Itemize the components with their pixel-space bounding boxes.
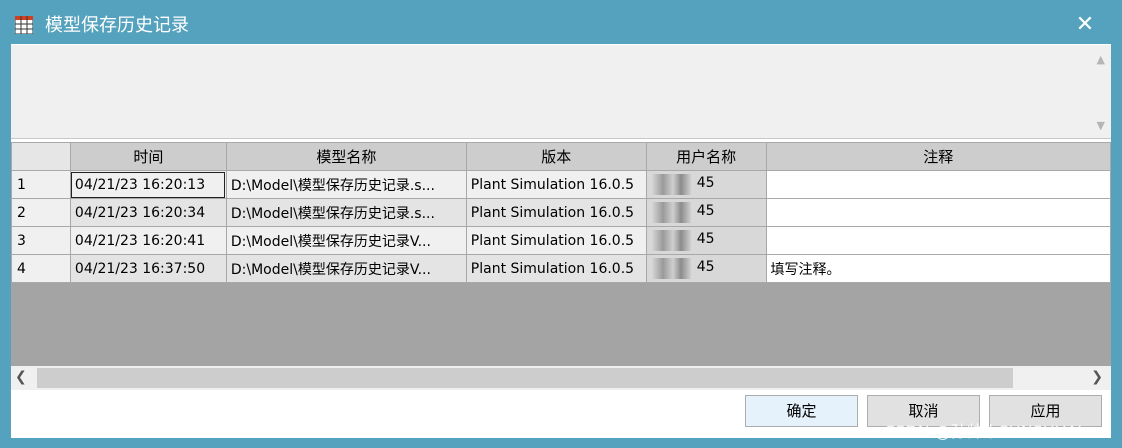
note-cell[interactable] bbox=[765, 226, 1111, 255]
close-icon[interactable]: ✕ bbox=[1074, 14, 1096, 36]
arrow-up-icon[interactable]: ▲ bbox=[1097, 53, 1105, 66]
row-index[interactable]: 2 bbox=[11, 198, 71, 227]
redacted-mask bbox=[650, 258, 691, 279]
version-cell[interactable]: Plant Simulation 16.0.5 bbox=[465, 226, 647, 255]
history-dialog: 模型保存历史记录 ✕ ▲ ▼ 时间 模型名称 版本 用户名称 注释 1 04/2… bbox=[0, 0, 1122, 448]
note-cell[interactable] bbox=[765, 170, 1111, 199]
note-cell[interactable]: 填写注释。 bbox=[765, 254, 1111, 283]
row-index[interactable]: 3 bbox=[11, 226, 71, 255]
col-header-model[interactable]: 模型名称 bbox=[225, 142, 467, 171]
table-row[interactable]: 3 04/21/23 16:20:41 D:\Model\模型保存历史记录V..… bbox=[11, 226, 1111, 255]
time-cell[interactable]: 04/21/23 16:37:50 bbox=[69, 254, 227, 283]
arrow-right-icon[interactable]: ❯ bbox=[1091, 369, 1103, 385]
version-cell[interactable]: Plant Simulation 16.0.5 bbox=[465, 170, 647, 199]
time-cell[interactable]: 04/21/23 16:20:13 bbox=[69, 170, 227, 199]
table-row[interactable]: 2 04/21/23 16:20:34 D:\Model\模型保存历史记录.s.… bbox=[11, 198, 1111, 227]
window-title: 模型保存历史记录 bbox=[45, 15, 189, 36]
watermark: CSDN @孙帅丨SUNSHUAI bbox=[884, 422, 1083, 441]
arrow-left-icon[interactable]: ❮ bbox=[15, 369, 27, 385]
title-bar: 模型保存历史记录 ✕ bbox=[0, 0, 1122, 44]
corner-header[interactable] bbox=[11, 142, 71, 171]
model-cell[interactable]: D:\Model\模型保存历史记录.s... bbox=[225, 198, 467, 227]
table-row[interactable]: 4 04/21/23 16:37:50 D:\Model\模型保存历史记录V..… bbox=[11, 254, 1111, 283]
history-grid: 时间 模型名称 版本 用户名称 注释 1 04/21/23 16:20:13 D… bbox=[11, 142, 1111, 366]
model-cell[interactable]: D:\Model\模型保存历史记录V... bbox=[225, 226, 467, 255]
model-cell[interactable]: D:\Model\模型保存历史记录V... bbox=[225, 254, 467, 283]
table-row[interactable]: 1 04/21/23 16:20:13 D:\Model\模型保存历史记录.s.… bbox=[11, 170, 1111, 199]
col-header-note[interactable]: 注释 bbox=[765, 142, 1111, 171]
redacted-mask bbox=[650, 202, 691, 223]
user-text: 45 bbox=[696, 231, 715, 247]
col-header-version[interactable]: 版本 bbox=[465, 142, 647, 171]
time-cell[interactable]: 04/21/23 16:20:34 bbox=[69, 198, 227, 227]
user-text: 45 bbox=[696, 175, 715, 191]
col-header-user[interactable]: 用户名称 bbox=[645, 142, 767, 171]
version-cell[interactable]: Plant Simulation 16.0.5 bbox=[465, 254, 647, 283]
table-grid-icon bbox=[15, 16, 33, 34]
col-header-time[interactable]: 时间 bbox=[69, 142, 227, 171]
arrow-down-icon[interactable]: ▼ bbox=[1097, 119, 1105, 132]
row-index[interactable]: 4 bbox=[11, 254, 71, 283]
user-cell[interactable]: 45 bbox=[645, 198, 767, 227]
time-cell[interactable]: 04/21/23 16:20:41 bbox=[69, 226, 227, 255]
scrollbar-thumb[interactable] bbox=[37, 368, 1013, 388]
redacted-mask bbox=[650, 230, 691, 251]
header-row: 时间 模型名称 版本 用户名称 注释 bbox=[11, 142, 1111, 171]
history-table: 时间 模型名称 版本 用户名称 注释 1 04/21/23 16:20:13 D… bbox=[11, 142, 1111, 283]
user-cell[interactable]: 45 bbox=[645, 254, 767, 283]
user-text: 45 bbox=[696, 259, 715, 275]
horizontal-scrollbar[interactable]: ❮ ❯ bbox=[11, 366, 1111, 390]
user-cell[interactable]: 45 bbox=[645, 170, 767, 199]
redacted-mask bbox=[650, 174, 691, 195]
note-cell[interactable] bbox=[765, 198, 1111, 227]
ok-button[interactable]: 确定 bbox=[745, 395, 858, 427]
version-cell[interactable]: Plant Simulation 16.0.5 bbox=[465, 198, 647, 227]
comment-textbox[interactable]: ▲ ▼ bbox=[11, 45, 1111, 139]
user-text: 45 bbox=[696, 203, 715, 219]
row-index[interactable]: 1 bbox=[11, 170, 71, 199]
user-cell[interactable]: 45 bbox=[645, 226, 767, 255]
model-cell[interactable]: D:\Model\模型保存历史记录.s... bbox=[225, 170, 467, 199]
